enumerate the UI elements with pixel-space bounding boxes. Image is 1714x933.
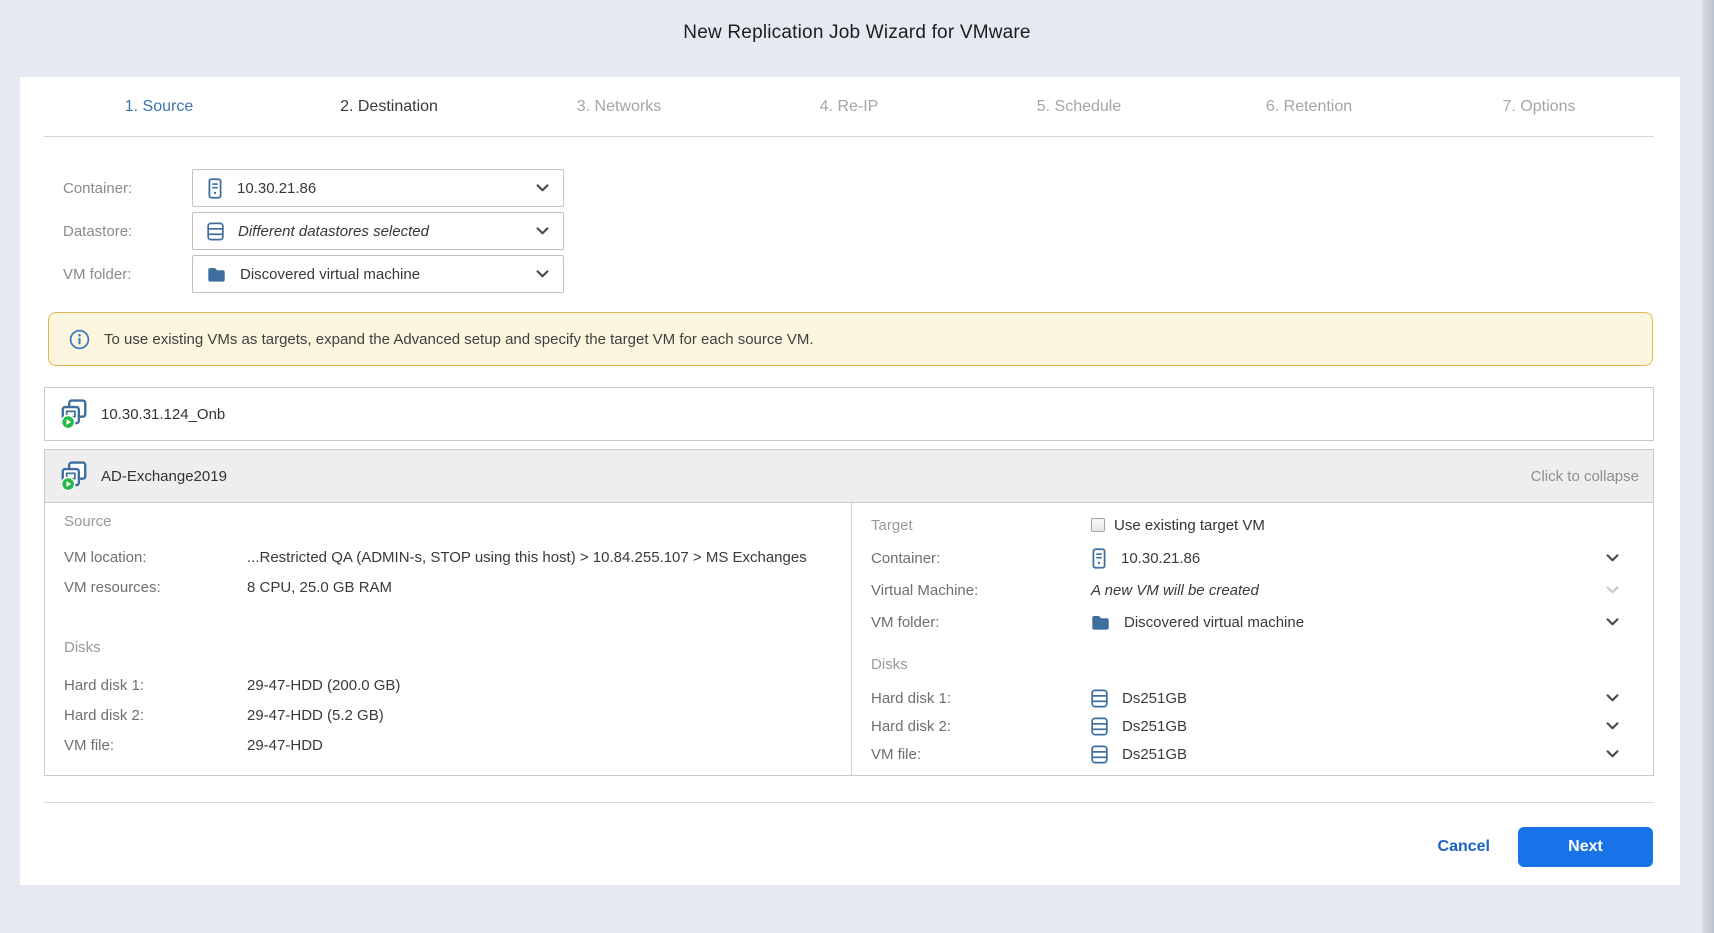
use-existing-vm-checkbox[interactable] xyxy=(1091,518,1105,532)
chevron-down-icon xyxy=(1606,722,1619,730)
target-container-label: Container: xyxy=(871,550,1091,567)
target-vm-folder-row[interactable]: VM folder: Discovered virtual machine xyxy=(871,608,1619,636)
target-vm-folder-value: Discovered virtual machine xyxy=(1124,614,1304,631)
source-disk-label: VM file: xyxy=(64,737,247,754)
target-vm-label: Virtual Machine: xyxy=(871,582,1091,599)
folder-icon xyxy=(1091,614,1110,630)
vm-location-row: VM location: ...Restricted QA (ADMIN-s, … xyxy=(64,545,807,569)
source-disk-label: Hard disk 2: xyxy=(64,707,247,724)
host-icon xyxy=(1091,548,1107,569)
target-disks-title: Disks xyxy=(871,656,908,673)
vm-row-collapsed[interactable]: 10.30.31.124_Onb xyxy=(44,387,1654,441)
datastore-icon xyxy=(207,222,224,241)
source-disks-title: Disks xyxy=(64,639,101,656)
vm-folder-label: VM folder: xyxy=(63,266,188,283)
datastore-icon xyxy=(1091,745,1108,764)
source-disk-value: 29-47-HDD (5.2 GB) xyxy=(247,707,384,724)
wizard-steps: 1. Source 2. Destination 3. Networks 4. … xyxy=(44,77,1654,137)
tab-source[interactable]: 1. Source xyxy=(44,77,274,136)
vm-folder-select[interactable]: Discovered virtual machine xyxy=(192,255,564,293)
title-bar: New Replication Job Wizard for VMware xyxy=(0,0,1714,77)
datastore-icon xyxy=(1091,717,1108,736)
vertical-scrollbar[interactable] xyxy=(1702,0,1714,933)
datastore-select-value: Different datastores selected xyxy=(238,223,429,240)
target-vm-folder-label: VM folder: xyxy=(871,614,1091,631)
container-label: Container: xyxy=(63,180,188,197)
chevron-down-icon xyxy=(1606,694,1619,702)
vm-folder-select-value: Discovered virtual machine xyxy=(240,266,420,283)
target-vm-file-row[interactable]: VM file: Ds251GB xyxy=(871,740,1619,768)
tab-options[interactable]: 7. Options xyxy=(1424,77,1654,136)
tab-retention[interactable]: 6. Retention xyxy=(1194,77,1424,136)
datastore-select[interactable]: Different datastores selected xyxy=(192,212,564,250)
chevron-down-icon xyxy=(1606,618,1619,626)
target-vm-file-label: VM file: xyxy=(871,746,1091,763)
source-disk-row: Hard disk 1: 29-47-HDD (200.0 GB) xyxy=(64,673,400,697)
source-disk-value: 29-47-HDD xyxy=(247,737,323,754)
target-disk-label: Hard disk 2: xyxy=(871,718,1091,735)
chevron-down-icon xyxy=(1606,554,1619,562)
target-container-value: 10.30.21.86 xyxy=(1121,550,1200,567)
source-section-title: Source xyxy=(64,513,112,530)
chevron-down-icon xyxy=(1606,750,1619,758)
page-title: New Replication Job Wizard for VMware xyxy=(0,0,1714,44)
wizard-card: 1. Source 2. Destination 3. Networks 4. … xyxy=(20,77,1680,885)
folder-icon xyxy=(207,266,226,282)
source-disk-row: Hard disk 2: 29-47-HDD (5.2 GB) xyxy=(64,703,384,727)
source-disk-value: 29-47-HDD (200.0 GB) xyxy=(247,677,400,694)
panel-divider xyxy=(851,503,852,775)
datastore-row: Datastore: Different datastores selected xyxy=(20,212,1680,250)
target-vm-row[interactable]: Virtual Machine: A new VM will be create… xyxy=(871,576,1619,604)
target-container-row[interactable]: Container: 10.30.21.86 xyxy=(871,544,1619,572)
vm-location-value: ...Restricted QA (ADMIN-s, STOP using th… xyxy=(247,549,807,566)
vm-resources-value: 8 CPU, 25.0 GB RAM xyxy=(247,579,392,596)
datastore-label: Datastore: xyxy=(63,223,188,240)
chevron-down-icon xyxy=(536,184,549,192)
target-vm-placeholder: A new VM will be created xyxy=(1091,582,1259,599)
container-select[interactable]: 10.30.21.86 xyxy=(192,169,564,207)
source-disk-label: Hard disk 1: xyxy=(64,677,247,694)
footer-separator xyxy=(44,802,1654,803)
vm-details-panel: Source VM location: ...Restricted QA (AD… xyxy=(44,503,1654,776)
vm-resources-label: VM resources: xyxy=(64,579,247,596)
tab-destination[interactable]: 2. Destination xyxy=(274,77,504,136)
target-disk-value: Ds251GB xyxy=(1122,690,1187,707)
container-select-value: 10.30.21.86 xyxy=(237,180,316,197)
target-vm-file-value: Ds251GB xyxy=(1122,746,1187,763)
next-button[interactable]: Next xyxy=(1518,827,1653,867)
collapse-hint: Click to collapse xyxy=(1531,468,1639,485)
source-disk-row: VM file: 29-47-HDD xyxy=(64,733,323,757)
target-disk-row[interactable]: Hard disk 2: Ds251GB xyxy=(871,712,1619,740)
chevron-down-icon-disabled xyxy=(1606,586,1619,594)
chevron-down-icon xyxy=(536,270,549,278)
vm-replica-icon xyxy=(59,399,89,429)
tab-re-ip[interactable]: 4. Re-IP xyxy=(734,77,964,136)
target-section-title: Target xyxy=(871,517,1091,534)
vm-name: AD-Exchange2019 xyxy=(101,468,227,485)
container-row: Container: 10.30.21.86 xyxy=(20,169,1680,207)
info-banner-text: To use existing VMs as targets, expand t… xyxy=(104,331,814,348)
vm-replica-icon xyxy=(59,461,89,491)
host-icon xyxy=(207,178,223,199)
target-disk-value: Ds251GB xyxy=(1122,718,1187,735)
chevron-down-icon xyxy=(536,227,549,235)
datastore-icon xyxy=(1091,689,1108,708)
target-disk-label: Hard disk 1: xyxy=(871,690,1091,707)
tab-schedule[interactable]: 5. Schedule xyxy=(964,77,1194,136)
info-icon xyxy=(69,329,90,350)
target-disk-row[interactable]: Hard disk 1: Ds251GB xyxy=(871,684,1619,712)
cancel-button[interactable]: Cancel xyxy=(1438,838,1490,856)
vm-location-label: VM location: xyxy=(64,549,247,566)
info-banner: To use existing VMs as targets, expand t… xyxy=(48,312,1653,366)
vm-name: 10.30.31.124_Onb xyxy=(101,406,225,423)
vm-row-expanded-header[interactable]: AD-Exchange2019 Click to collapse xyxy=(44,449,1654,503)
use-existing-vm-label: Use existing target VM xyxy=(1114,517,1265,534)
footer-actions: Cancel Next xyxy=(1438,827,1653,867)
vm-resources-row: VM resources: 8 CPU, 25.0 GB RAM xyxy=(64,575,392,599)
tab-networks[interactable]: 3. Networks xyxy=(504,77,734,136)
vm-folder-row: VM folder: Discovered virtual machine xyxy=(20,255,1680,293)
target-header-row: Target Use existing target VM xyxy=(871,513,1619,537)
